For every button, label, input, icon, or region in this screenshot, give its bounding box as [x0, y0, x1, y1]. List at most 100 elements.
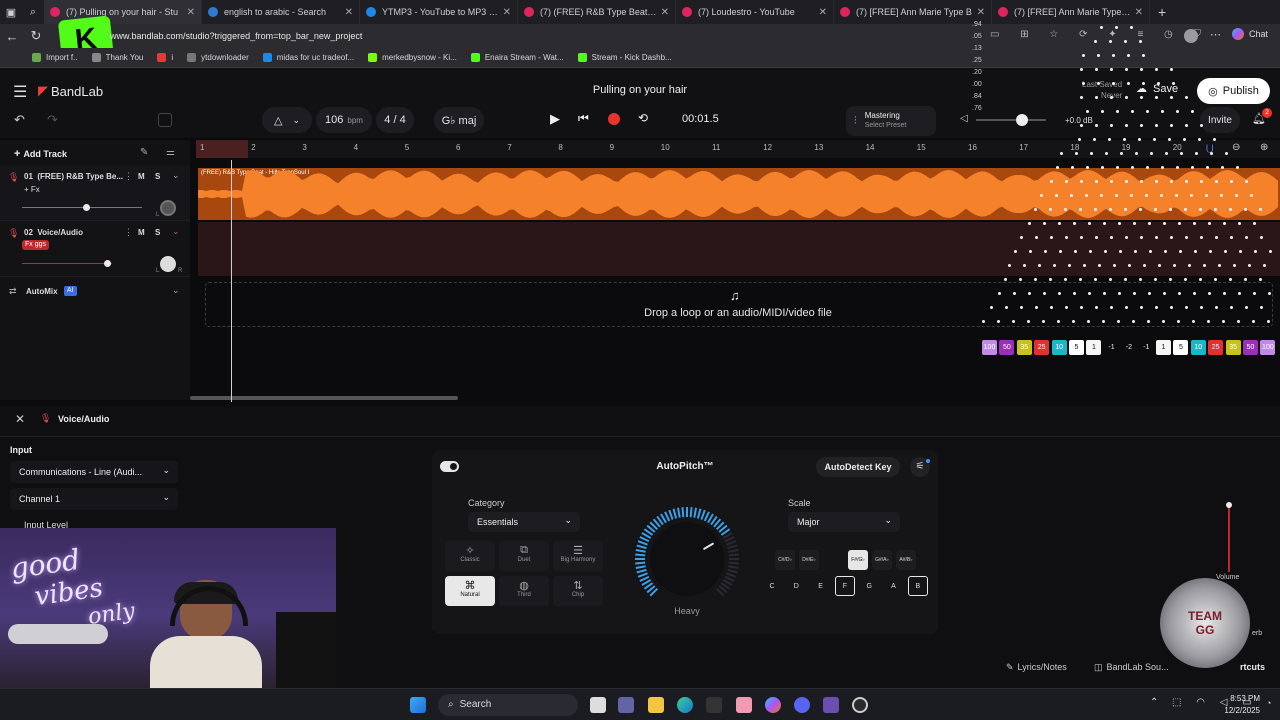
bookmark-item[interactable]: i: [157, 53, 173, 62]
track-more-icon[interactable]: ⋮: [124, 171, 133, 182]
close-icon[interactable]: ✕: [15, 412, 25, 426]
speaker-icon[interactable]: ◁: [960, 113, 968, 124]
mute-button[interactable]: M: [138, 228, 145, 237]
chat-button[interactable]: Chat: [1232, 28, 1268, 40]
app-icon-3[interactable]: [823, 697, 839, 713]
bandlab-sounds-button[interactable]: ◫ BandLab Sou...: [1094, 662, 1169, 673]
windows-start-icon[interactable]: [410, 697, 426, 713]
chevron-down-icon[interactable]: ⌄: [172, 170, 180, 181]
close-tab-icon[interactable]: ✕: [503, 7, 511, 18]
mixer-icon[interactable]: ⚌: [166, 147, 175, 158]
browser-tab[interactable]: (7) [FREE] Ann Marie Type B ✕: [834, 0, 992, 24]
drop-zone[interactable]: ♫ Drop a loop or an audio/MIDI/video fil…: [205, 282, 1273, 327]
taskbar-search[interactable]: ⌕ Search: [438, 694, 578, 716]
tab-search-icon[interactable]: ⌕: [22, 6, 44, 19]
invite-button[interactable]: Invite: [1200, 107, 1240, 133]
app-icon-2[interactable]: [736, 697, 752, 713]
fx-button[interactable]: + Fx: [24, 185, 40, 194]
bookmark-item[interactable]: merkedbysnow - Ki...: [368, 53, 457, 62]
play-button[interactable]: ▶: [550, 111, 560, 127]
playhead[interactable]: [231, 160, 232, 402]
note-key[interactable]: D: [786, 576, 806, 596]
redo-icon[interactable]: ↷: [47, 112, 58, 128]
obs-icon[interactable]: [852, 697, 868, 713]
record-button[interactable]: [608, 113, 620, 125]
tab-actions-icon[interactable]: ▣: [0, 6, 22, 19]
strength-knob[interactable]: [632, 504, 742, 614]
track-name[interactable]: (FREE) R&B Type Be...: [37, 172, 123, 181]
loop-button[interactable]: ⟲: [638, 111, 648, 125]
close-tab-icon[interactable]: ✕: [977, 7, 985, 18]
fx-badge[interactable]: Fx ggs: [22, 240, 50, 250]
bookmark-item[interactable]: Thank You: [91, 53, 143, 62]
shortcuts-button[interactable]: rtcuts: [1240, 662, 1265, 672]
note-key[interactable]: A: [884, 576, 904, 596]
pan-knob[interactable]: [160, 256, 176, 272]
track-volume-slider[interactable]: [22, 207, 142, 208]
category-option[interactable]: ⌘ Natural: [445, 576, 495, 606]
url-field[interactable]: www.bandlab.com/studio?triggered_from=to…: [110, 28, 970, 44]
bookmark-item[interactable]: Stream - Kick Dashb...: [577, 53, 672, 62]
category-option[interactable]: ✧ Classic: [445, 541, 495, 571]
empty-track-lane[interactable]: [198, 222, 1280, 276]
new-tab-icon[interactable]: +: [1158, 4, 1166, 20]
app-icon-1[interactable]: [706, 697, 722, 713]
pencil-icon[interactable]: ✎: [140, 147, 148, 158]
zoom-in-icon[interactable]: ⊕: [1260, 142, 1268, 153]
note-key[interactable]: B: [907, 576, 928, 596]
mastering-button[interactable]: ⫶ Mastering Select Preset: [846, 106, 936, 136]
browser-tab[interactable]: (7) Loudestro - YouTube ✕: [676, 0, 834, 24]
input-device-select[interactable]: Communications - Line (Audi... ⌄: [10, 461, 178, 483]
project-title[interactable]: Pulling on your hair: [540, 84, 740, 96]
zoom-out-icon[interactable]: ⊖: [1232, 142, 1240, 153]
task-view-icon[interactable]: [590, 697, 606, 713]
discord-icon[interactable]: [794, 697, 810, 713]
note-key-sharp[interactable]: G#/A♭: [872, 550, 892, 570]
metronome-control[interactable]: △ ⌄: [262, 107, 312, 133]
back-icon[interactable]: ←: [0, 29, 24, 44]
track-more-icon[interactable]: ⋮: [124, 227, 133, 238]
volume-fader-knob[interactable]: [1226, 502, 1232, 508]
track-row-1[interactable]: 🎙︎ 01 (FREE) R&B Type Be... ⋮ M S ⌄ + Fx…: [0, 166, 190, 221]
menu-icon[interactable]: ⋯: [1210, 28, 1221, 41]
edge-icon[interactable]: [677, 697, 693, 713]
volume-fader[interactable]: [1228, 502, 1230, 572]
key-control[interactable]: G♭ maj: [434, 107, 484, 133]
publish-button[interactable]: ◎ Publish: [1197, 78, 1270, 104]
bookmark-item[interactable]: midas for uc tradeof...: [262, 53, 354, 62]
channel-select[interactable]: Channel 1 ⌄: [10, 488, 178, 510]
category-select[interactable]: Essentials ⌄: [468, 512, 580, 532]
file-explorer-icon[interactable]: [648, 697, 664, 713]
close-tab-icon[interactable]: ✕: [187, 7, 195, 18]
note-key-sharp[interactable]: C#/D♭: [775, 550, 795, 570]
browser-tab[interactable]: english to arabic - Search ✕: [202, 0, 360, 24]
browser-tab[interactable]: (7) [FREE] Ann Marie Type Beat "✕: [992, 0, 1150, 24]
toggle-panel-icon[interactable]: [158, 113, 172, 127]
track-volume-knob[interactable]: [83, 204, 90, 211]
solo-button[interactable]: S: [155, 172, 160, 181]
autopitch-toggle[interactable]: [440, 461, 459, 472]
skip-back-button[interactable]: ⏮: [578, 111, 589, 126]
track-name[interactable]: Voice/Audio: [37, 228, 83, 237]
bookmark-item[interactable]: Import f..: [32, 53, 78, 62]
bpm-control[interactable]: 106 bpm: [316, 107, 372, 133]
close-tab-icon[interactable]: ✕: [345, 7, 353, 18]
category-option[interactable]: ⧉ Duet: [499, 541, 549, 571]
clock-time[interactable]: 8:53 PM: [1222, 694, 1260, 703]
category-option[interactable]: ⇅ Chip: [553, 576, 603, 606]
tray-chevron-icon[interactable]: ⌃: [1150, 697, 1158, 708]
category-option[interactable]: ☰ Big Harmony: [553, 541, 603, 571]
time-signature-control[interactable]: 4 / 4: [376, 107, 414, 133]
track-volume-knob[interactable]: [104, 260, 111, 267]
track-row-2[interactable]: 🎙︎ 02 Voice/Audio ⋮ M S ⌄ Fx ggs L R: [0, 222, 190, 277]
chevron-down-icon[interactable]: ⌄: [172, 226, 180, 237]
bandlab-logo[interactable]: ◤ BandLab: [38, 83, 103, 99]
close-tab-icon[interactable]: ✕: [661, 7, 669, 18]
copilot-icon[interactable]: [765, 697, 781, 713]
clock-date[interactable]: 12/2/2025: [1212, 706, 1260, 715]
autodetect-key-button[interactable]: AutoDetect Key: [816, 457, 900, 477]
hamburger-menu-icon[interactable]: ☰: [13, 82, 27, 102]
undo-icon[interactable]: ↶: [14, 112, 25, 128]
solo-button[interactable]: S: [155, 228, 160, 237]
lyrics-notes-button[interactable]: ✎ Lyrics/Notes: [1006, 662, 1067, 673]
